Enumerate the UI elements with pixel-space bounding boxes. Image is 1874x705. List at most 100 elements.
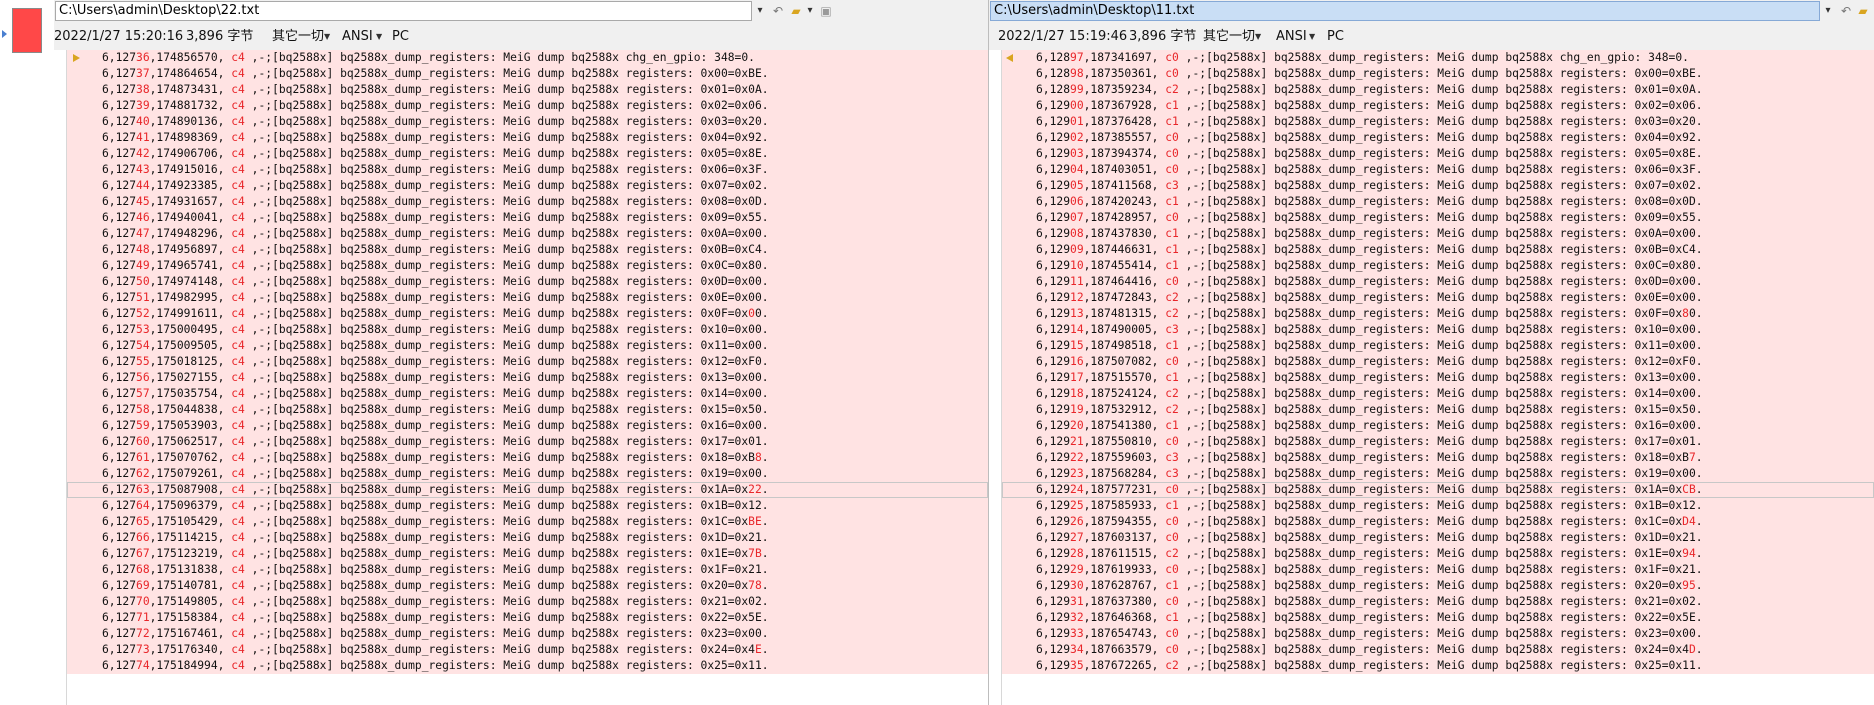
- diff-line[interactable]: 6,12911,187464416, c0 ,-;[bq2588x] bq258…: [1002, 274, 1874, 290]
- undo-arrow-icon[interactable]: ↶: [1838, 3, 1854, 19]
- diff-line[interactable]: 6,12765,175105429, c4 ,-;[bq2588x] bq258…: [67, 514, 988, 530]
- diff-line[interactable]: 6,12907,187428957, c0 ,-;[bq2588x] bq258…: [1002, 210, 1874, 226]
- diff-line[interactable]: 6,12912,187472843, c2 ,-;[bq2588x] bq258…: [1002, 290, 1874, 306]
- diff-line[interactable]: 6,12745,174931657, c4 ,-;[bq2588x] bq258…: [67, 194, 988, 210]
- left-path-input[interactable]: C:\Users\admin\Desktop\22.txt: [55, 1, 752, 21]
- diff-line[interactable]: 6,12919,187532912, c2 ,-;[bq2588x] bq258…: [1002, 402, 1874, 418]
- left-text-editor[interactable]: 6,127 36,174856570, c4 ,-;[bq2588x] bq258…: [54, 50, 988, 705]
- diff-line[interactable]: 6,12921,187550810, c0 ,-;[bq2588x] bq258…: [1002, 434, 1874, 450]
- diff-line[interactable]: 6,12900,187367928, c1 ,-;[bq2588x] bq258…: [1002, 98, 1874, 114]
- right-format-menu[interactable]: 其它一切: [1203, 24, 1255, 50]
- diff-line[interactable]: 6,12904,187403051, c0 ,-;[bq2588x] bq258…: [1002, 162, 1874, 178]
- diff-line[interactable]: 6,12737,174864654, c4 ,-;[bq2588x] bq258…: [67, 66, 988, 82]
- diff-line[interactable]: 6,12932,187646368, c1 ,-;[bq2588x] bq258…: [1002, 610, 1874, 626]
- diff-line[interactable]: 6,12901,187376428, c1 ,-;[bq2588x] bq258…: [1002, 114, 1874, 130]
- diff-line[interactable]: 6,12750,174974148, c4 ,-;[bq2588x] bq258…: [67, 274, 988, 290]
- diff-line[interactable]: 6,12761,175070762, c4 ,-;[bq2588x] bq258…: [67, 450, 988, 466]
- diff-line[interactable]: 6,12743,174915016, c4 ,-;[bq2588x] bq258…: [67, 162, 988, 178]
- diff-line[interactable]: 6,12760,175062517, c4 ,-;[bq2588x] bq258…: [67, 434, 988, 450]
- diff-line[interactable]: 6,12759,175053903, c4 ,-;[bq2588x] bq258…: [67, 418, 988, 434]
- right-encoding-menu[interactable]: ANSI: [1276, 24, 1307, 50]
- diff-line[interactable]: 6,12754,175009505, c4 ,-;[bq2588x] bq258…: [67, 338, 988, 354]
- diff-line[interactable]: 6,12766,175114215, c4 ,-;[bq2588x] bq258…: [67, 530, 988, 546]
- diff-line[interactable]: 6,12934,187663579, c0 ,-;[bq2588x] bq258…: [1002, 642, 1874, 658]
- diff-line[interactable]: 6,12931,187637380, c0 ,-;[bq2588x] bq258…: [1002, 594, 1874, 610]
- diff-line[interactable]: 6,12741,174898369, c4 ,-;[bq2588x] bq258…: [67, 130, 988, 146]
- chevron-down-icon[interactable]: ▼: [376, 24, 382, 50]
- chevron-down-icon[interactable]: ▼: [1309, 24, 1315, 50]
- right-path-input[interactable]: C:\Users\admin\Desktop\11.txt: [990, 1, 1820, 21]
- diff-line[interactable]: 6,12899,187359234, c2 ,-;[bq2588x] bq258…: [1002, 82, 1874, 98]
- diff-line[interactable]: 6,12925,187585933, c1 ,-;[bq2588x] bq258…: [1002, 498, 1874, 514]
- diff-line[interactable]: 6,12905,187411568, c3 ,-;[bq2588x] bq258…: [1002, 178, 1874, 194]
- left-format-menu[interactable]: 其它一切: [272, 24, 324, 50]
- diff-line[interactable]: 6,12927,187603137, c0 ,-;[bq2588x] bq258…: [1002, 530, 1874, 546]
- diff-line[interactable]: 6,12768,175131838, c4 ,-;[bq2588x] bq258…: [67, 562, 988, 578]
- diff-overview-bar[interactable]: [12, 8, 42, 53]
- right-line-ending[interactable]: PC: [1327, 24, 1344, 50]
- diff-line[interactable]: 6,12772,175167461, c4 ,-;[bq2588x] bq258…: [67, 626, 988, 642]
- diff-line[interactable]: 6,12739,174881732, c4 ,-;[bq2588x] bq258…: [67, 98, 988, 114]
- diff-line[interactable]: 6,12913,187481315, c2 ,-;[bq2588x] bq258…: [1002, 306, 1874, 322]
- diff-line[interactable]: 6,12769,175140781, c4 ,-;[bq2588x] bq258…: [67, 578, 988, 594]
- diff-line[interactable]: 6,12897,187341697, c0 ,-;[bq2588x] bq258…: [1002, 50, 1874, 66]
- diff-line[interactable]: 6,12757,175035754, c4 ,-;[bq2588x] bq258…: [67, 386, 988, 402]
- diff-line[interactable]: 6,12748,174956897, c4 ,-;[bq2588x] bq258…: [67, 242, 988, 258]
- diff-line[interactable]: 6,12909,187446631, c1 ,-;[bq2588x] bq258…: [1002, 242, 1874, 258]
- diff-line[interactable]: 6,12908,187437830, c1 ,-;[bq2588x] bq258…: [1002, 226, 1874, 242]
- diff-line[interactable]: 6,12744,174923385, c4 ,-;[bq2588x] bq258…: [67, 178, 988, 194]
- diff-line[interactable]: 6,12753,175000495, c4 ,-;[bq2588x] bq258…: [67, 322, 988, 338]
- diff-line[interactable]: 6,12746,174940041, c4 ,-;[bq2588x] bq258…: [67, 210, 988, 226]
- diff-line[interactable]: 6,12767,175123219, c4 ,-;[bq2588x] bq258…: [67, 546, 988, 562]
- diff-line[interactable]: 6,12933,187654743, c0 ,-;[bq2588x] bq258…: [1002, 626, 1874, 642]
- diff-line[interactable]: 6,12771,175158384, c4 ,-;[bq2588x] bq258…: [67, 610, 988, 626]
- diff-line[interactable]: 6,12749,174965741, c4 ,-;[bq2588x] bq258…: [67, 258, 988, 274]
- diff-line[interactable]: 6,12935,187672265, c2 ,-;[bq2588x] bq258…: [1002, 658, 1874, 674]
- left-line-ending[interactable]: PC: [392, 24, 409, 50]
- diff-line[interactable]: 6,12770,175149805, c4 ,-;[bq2588x] bq258…: [67, 594, 988, 610]
- diff-line[interactable]: 6,12923,187568284, c3 ,-;[bq2588x] bq258…: [1002, 466, 1874, 482]
- diff-line[interactable]: 6,12738,174873431, c4 ,-;[bq2588x] bq258…: [67, 82, 988, 98]
- diff-line[interactable]: 6,12736,174856570, c4 ,-;[bq2588x] bq258…: [67, 50, 988, 66]
- diff-overview-gutter[interactable]: [0, 0, 55, 705]
- diff-line[interactable]: 6,12752,174991611, c4 ,-;[bq2588x] bq258…: [67, 306, 988, 322]
- diff-line[interactable]: 6,12762,175079261, c4 ,-;[bq2588x] bq258…: [67, 466, 988, 482]
- chevron-down-icon[interactable]: ▾: [802, 1, 818, 21]
- diff-line[interactable]: 6,12914,187490005, c3 ,-;[bq2588x] bq258…: [1002, 322, 1874, 338]
- diff-line[interactable]: 6,12773,175176340, c4 ,-;[bq2588x] bq258…: [67, 642, 988, 658]
- diff-line[interactable]: 6,12929,187619933, c0 ,-;[bq2588x] bq258…: [1002, 562, 1874, 578]
- diff-line[interactable]: 6,12915,187498518, c1 ,-;[bq2588x] bq258…: [1002, 338, 1874, 354]
- diff-line[interactable]: 6,12764,175096379, c4 ,-;[bq2588x] bq258…: [67, 498, 988, 514]
- diff-line[interactable]: 6,12898,187350361, c0 ,-;[bq2588x] bq258…: [1002, 66, 1874, 82]
- diff-line[interactable]: 6,12906,187420243, c1 ,-;[bq2588x] bq258…: [1002, 194, 1874, 210]
- diff-line[interactable]: 6,12763,175087908, c4 ,-;[bq2588x] bq258…: [67, 482, 988, 498]
- left-encoding-menu[interactable]: ANSI: [342, 24, 373, 50]
- folder-icon[interactable]: ▰: [1855, 3, 1871, 19]
- diff-line[interactable]: 6,12755,175018125, c4 ,-;[bq2588x] bq258…: [67, 354, 988, 370]
- chevron-down-icon[interactable]: ▼: [1255, 24, 1261, 50]
- diff-line[interactable]: 6,12930,187628767, c1 ,-;[bq2588x] bq258…: [1002, 578, 1874, 594]
- diff-line[interactable]: 6,12920,187541380, c1 ,-;[bq2588x] bq258…: [1002, 418, 1874, 434]
- diff-line[interactable]: 6,12924,187577231, c0 ,-;[bq2588x] bq258…: [1002, 482, 1874, 498]
- chevron-down-icon[interactable]: ▾: [1820, 1, 1836, 21]
- diff-line[interactable]: 6,12917,187515570, c1 ,-;[bq2588x] bq258…: [1002, 370, 1874, 386]
- chevron-down-icon[interactable]: ▾: [752, 1, 768, 21]
- diff-line[interactable]: 6,12751,174982995, c4 ,-;[bq2588x] bq258…: [67, 290, 988, 306]
- diff-line[interactable]: 6,12742,174906706, c4 ,-;[bq2588x] bq258…: [67, 146, 988, 162]
- undo-arrow-icon[interactable]: ↶: [770, 3, 786, 19]
- chevron-down-icon[interactable]: ▼: [324, 24, 330, 50]
- diff-line[interactable]: 6,12758,175044838, c4 ,-;[bq2588x] bq258…: [67, 402, 988, 418]
- diff-line[interactable]: 6,12740,174890136, c4 ,-;[bq2588x] bq258…: [67, 114, 988, 130]
- diff-line[interactable]: 6,12922,187559603, c3 ,-;[bq2588x] bq258…: [1002, 450, 1874, 466]
- diff-line[interactable]: 6,12910,187455414, c1 ,-;[bq2588x] bq258…: [1002, 258, 1874, 274]
- diff-line[interactable]: 6,12916,187507082, c0 ,-;[bq2588x] bq258…: [1002, 354, 1874, 370]
- diff-line[interactable]: 6,12774,175184994, c4 ,-;[bq2588x] bq258…: [67, 658, 988, 674]
- diff-line[interactable]: 6,12902,187385557, c0 ,-;[bq2588x] bq258…: [1002, 130, 1874, 146]
- diff-line[interactable]: 6,12756,175027155, c4 ,-;[bq2588x] bq258…: [67, 370, 988, 386]
- diff-line[interactable]: 6,12928,187611515, c2 ,-;[bq2588x] bq258…: [1002, 546, 1874, 562]
- save-icon[interactable]: ▣: [818, 3, 834, 19]
- diff-line[interactable]: 6,12747,174948296, c4 ,-;[bq2588x] bq258…: [67, 226, 988, 242]
- diff-line[interactable]: 6,12903,187394374, c0 ,-;[bq2588x] bq258…: [1002, 146, 1874, 162]
- diff-line[interactable]: 6,12918,187524124, c2 ,-;[bq2588x] bq258…: [1002, 386, 1874, 402]
- diff-line[interactable]: 6,12926,187594355, c0 ,-;[bq2588x] bq258…: [1002, 514, 1874, 530]
